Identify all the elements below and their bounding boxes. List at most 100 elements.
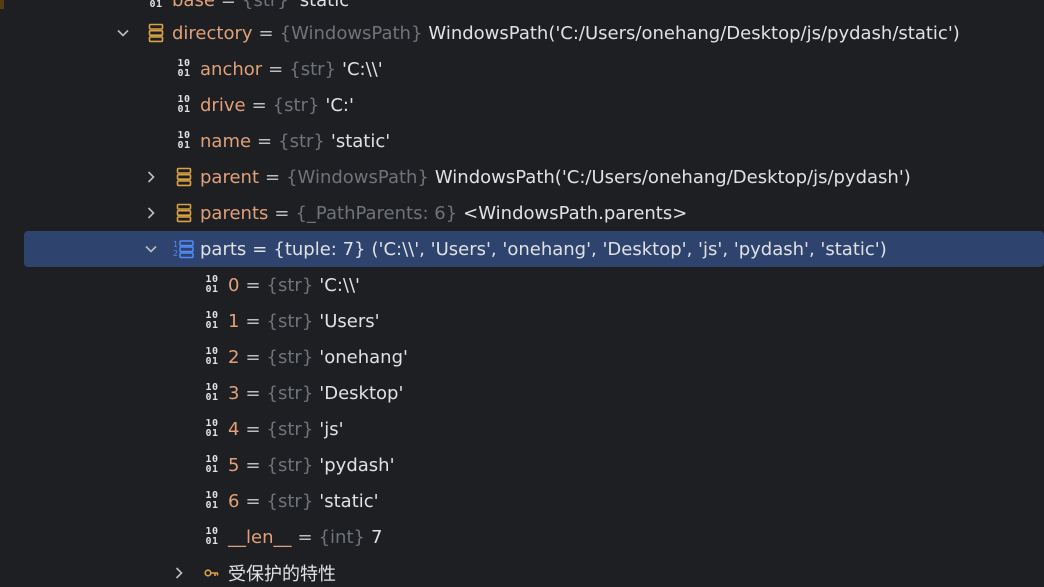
variable-type: {str} bbox=[242, 0, 289, 11]
variable-type: {_PathParents: 6} bbox=[295, 202, 458, 224]
variable-type: {tuple: 7} bbox=[273, 238, 366, 260]
variable-value: 'static' bbox=[330, 130, 391, 152]
variable-value: 'Desktop' bbox=[319, 382, 404, 404]
equals-sign: = bbox=[245, 490, 261, 512]
chevron-right-icon[interactable] bbox=[144, 170, 158, 184]
svg-text:1: 1 bbox=[173, 240, 178, 249]
binary-str-icon: 1001 bbox=[149, 0, 163, 10]
variable-name: __len__ bbox=[228, 526, 292, 548]
variable-type: {str} bbox=[272, 94, 320, 116]
binary-str-icon: 1001 bbox=[205, 346, 219, 367]
variable-value: WindowsPath('C:/Users/onehang/Desktop/js… bbox=[434, 166, 911, 188]
protected-attributes-group[interactable]: 受保护的特性 bbox=[0, 555, 1044, 587]
variable-value: 7 bbox=[370, 526, 383, 548]
variable-type: {str} bbox=[289, 58, 336, 80]
equals-sign: = bbox=[268, 58, 284, 80]
binary-str-icon: 1001 bbox=[205, 454, 219, 475]
debugger-variables-tree: 1001 base = {str} 'static' directory = {… bbox=[0, 0, 1044, 587]
variable-name: parent bbox=[200, 166, 260, 188]
variable-name: drive bbox=[200, 94, 246, 116]
chevron-down-icon[interactable] bbox=[144, 242, 158, 256]
equals-sign: = bbox=[220, 0, 237, 11]
equals-sign: = bbox=[265, 166, 281, 188]
tuple-item-1[interactable]: 10 01 1 = {str} 'Users' bbox=[0, 303, 1044, 339]
tuple-item-3[interactable]: 10 01 3 = {str} 'Desktop' bbox=[0, 375, 1044, 411]
svg-text:2: 2 bbox=[173, 249, 178, 258]
tuple-len-row[interactable]: 10 01 __len__ = {int} 7 bbox=[0, 519, 1044, 555]
variable-row-parts[interactable]: 12 parts = {tuple: 7} ('C:\\', 'Users', … bbox=[24, 231, 1044, 267]
variable-type: {str} bbox=[278, 130, 325, 152]
binary-str-icon: 1001 bbox=[205, 382, 219, 403]
variable-type: {int} bbox=[318, 526, 365, 548]
variable-value: 'C:\\' bbox=[342, 58, 383, 80]
binary-str-icon: 1001 bbox=[205, 418, 219, 439]
variable-type: {str} bbox=[266, 418, 314, 440]
variable-row-name[interactable]: 10 01 name = {str} 'static' bbox=[0, 123, 1044, 159]
equals-sign: = bbox=[245, 310, 261, 332]
variable-name: 1 bbox=[228, 310, 240, 332]
variable-type: {str} bbox=[266, 490, 314, 512]
variable-name: 5 bbox=[228, 454, 240, 476]
variable-value: 'C:' bbox=[325, 94, 354, 116]
variable-row-parent[interactable]: parent = {WindowsPath} WindowsPath('C:/U… bbox=[0, 159, 1044, 195]
variable-name: parts bbox=[200, 238, 247, 260]
variable-name: 6 bbox=[228, 490, 240, 512]
tuple-item-4[interactable]: 10 01 4 = {str} 'js' bbox=[0, 411, 1044, 447]
tuple-item-2[interactable]: 10 01 2 = {str} 'onehang' bbox=[0, 339, 1044, 375]
variable-value: 'Users' bbox=[319, 310, 380, 332]
equals-sign: = bbox=[245, 274, 261, 296]
equals-sign: = bbox=[245, 418, 261, 440]
variable-value: 'C:\\' bbox=[319, 274, 360, 296]
variable-row-drive[interactable]: 10 01 drive = {str} 'C:' bbox=[0, 87, 1044, 123]
object-stack-icon bbox=[173, 165, 195, 189]
variable-name: 3 bbox=[228, 382, 240, 404]
variable-name: directory bbox=[172, 22, 253, 44]
variable-name: 2 bbox=[228, 346, 240, 368]
variable-value: ('C:\\', 'Users', 'onehang', 'Desktop', … bbox=[371, 238, 887, 260]
variable-name: 4 bbox=[228, 418, 240, 440]
object-stack-icon bbox=[145, 21, 167, 45]
variable-type: {str} bbox=[266, 454, 314, 476]
list-icon: 12 bbox=[173, 237, 195, 261]
variable-value: <WindowsPath.parents> bbox=[463, 202, 688, 224]
variable-row-anchor[interactable]: 10 01 anchor = {str} 'C:\\' bbox=[0, 51, 1044, 87]
binary-str-icon: 1001 bbox=[205, 526, 219, 547]
variable-type: {str} bbox=[266, 346, 314, 368]
tuple-item-5[interactable]: 10 01 5 = {str} 'pydash' bbox=[0, 447, 1044, 483]
variable-value: 'js' bbox=[319, 418, 344, 440]
variable-type: {str} bbox=[266, 274, 314, 296]
variable-type: {WindowsPath} bbox=[286, 166, 429, 188]
group-label: 受保护的特性 bbox=[228, 564, 336, 585]
tuple-item-6[interactable]: 10 01 6 = {str} 'static' bbox=[0, 483, 1044, 519]
binary-str-icon: 1001 bbox=[177, 94, 191, 115]
variable-name: 0 bbox=[228, 274, 240, 296]
variable-name: anchor bbox=[200, 58, 263, 80]
variable-value: 'onehang' bbox=[319, 346, 408, 368]
object-stack-icon bbox=[173, 201, 195, 225]
variable-type: {str} bbox=[266, 382, 314, 404]
chevron-right-icon[interactable] bbox=[144, 206, 158, 220]
binary-str-icon: 1001 bbox=[205, 274, 219, 295]
binary-str-icon: 1001 bbox=[177, 58, 191, 79]
equals-sign: = bbox=[251, 94, 267, 116]
variable-row-directory[interactable]: directory = {WindowsPath} WindowsPath('C… bbox=[0, 15, 1044, 51]
variable-name: parents bbox=[200, 202, 269, 224]
binary-str-icon: 1001 bbox=[205, 310, 219, 331]
variable-name: base bbox=[172, 0, 215, 11]
equals-sign: = bbox=[258, 22, 274, 44]
equals-sign: = bbox=[245, 382, 261, 404]
variable-type: {str} bbox=[266, 310, 314, 332]
equals-sign: = bbox=[274, 202, 290, 224]
variable-row-parents[interactable]: parents = {_PathParents: 6} <WindowsPath… bbox=[0, 195, 1044, 231]
binary-str-icon: 1001 bbox=[205, 490, 219, 511]
variable-value: 'static' bbox=[294, 0, 355, 11]
variable-value: 'static' bbox=[319, 490, 379, 512]
binary-str-icon: 1001 bbox=[177, 130, 191, 151]
chevron-right-icon[interactable] bbox=[172, 566, 186, 580]
variable-name: name bbox=[200, 130, 252, 152]
variable-type: {WindowsPath} bbox=[279, 22, 423, 44]
equals-sign: = bbox=[245, 346, 261, 368]
chevron-down-icon[interactable] bbox=[116, 26, 130, 40]
variable-value: WindowsPath('C:/Users/onehang/Desktop/js… bbox=[428, 22, 960, 44]
tuple-item-0[interactable]: 10 01 0 = {str} 'C:\\' bbox=[0, 267, 1044, 303]
